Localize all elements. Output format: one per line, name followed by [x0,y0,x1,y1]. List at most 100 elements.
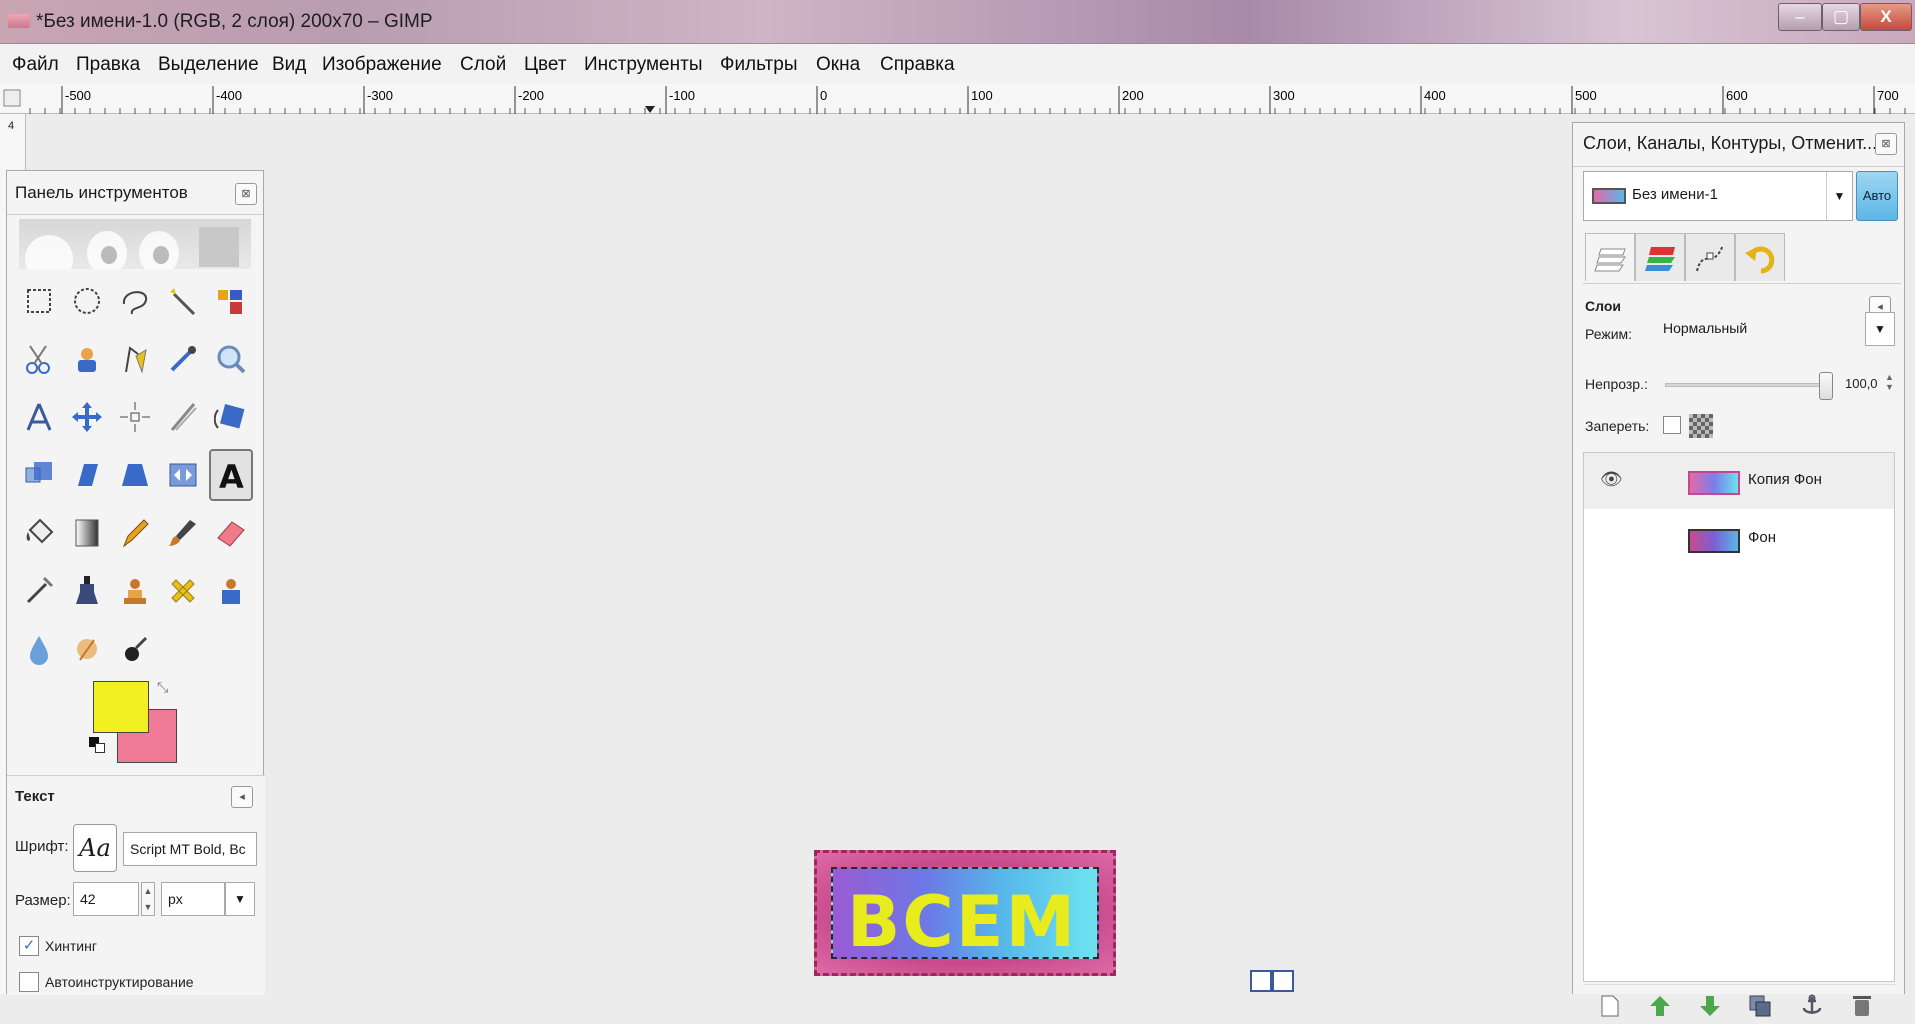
fuzzy-select-tool[interactable] [161,275,205,327]
layer-thumbnail [1688,529,1740,553]
autohint-checkbox[interactable] [19,972,39,992]
menu-filters[interactable]: Фильтры [720,54,797,76]
menu-edit[interactable]: Правка [76,54,140,76]
paths-tool[interactable] [113,333,157,385]
rotate-tool[interactable] [209,391,253,443]
raise-layer-button[interactable] [1643,991,1677,1021]
crop-tool[interactable] [161,391,205,443]
perspective-clone-tool[interactable] [209,565,253,617]
eraser-tool[interactable] [209,507,253,559]
blend-icon [75,519,99,547]
foreground-color-swatch[interactable] [93,681,149,733]
menu-image[interactable]: Изображение [322,54,442,76]
rect-select-tool[interactable] [17,275,61,327]
image-selector[interactable]: Без имени-1 ▼ [1583,171,1853,221]
ellipse-select-tool[interactable] [65,275,109,327]
opacity-slider-track[interactable] [1665,383,1825,387]
text-layer-boundary[interactable]: ВСЕМ [831,867,1099,959]
navigate-icon[interactable] [1250,970,1294,992]
ruler-label: 400 [1424,88,1446,103]
scale-tool[interactable] [17,449,61,501]
blend-tool[interactable] [65,507,109,559]
unit-select[interactable]: px [161,882,225,916]
tool-options-menu-icon[interactable]: ◂ [231,786,253,808]
smudge-tool[interactable] [65,623,109,675]
tab-undo-history[interactable] [1735,233,1785,281]
font-preview-button[interactable]: Aa [73,824,117,872]
blur-tool[interactable] [17,623,61,675]
mode-dropdown-arrow[interactable]: ▼ [1865,312,1895,346]
layer-list[interactable]: 👁 Копия Фон Фон [1583,452,1895,982]
size-input[interactable]: 42 [73,882,139,916]
swap-colors-icon[interactable]: ⤡ [157,679,168,696]
hinting-checkbox[interactable]: ✓ [19,936,39,956]
menu-file[interactable]: Файл [12,54,59,76]
menu-select[interactable]: Выделение [158,54,259,76]
image-selector-arrow[interactable]: ▼ [1826,172,1852,220]
size-spinner[interactable]: ▲ ▼ [141,882,155,916]
layer-row[interactable]: Фон [1584,511,1894,567]
rotate-icon [214,404,245,429]
lock-alpha-icon[interactable] [1689,414,1713,438]
anchor-layer-button[interactable] [1795,991,1829,1021]
blur-icon [30,636,48,665]
dodge-burn-tool[interactable] [113,623,157,675]
layers-dock-close-icon[interactable]: ⊠ [1875,133,1897,155]
horizontal-ruler[interactable]: -500 -400 -300 -200 -100 0 100 200 300 400 500 600 7… [0,84,1915,114]
color-picker-tool[interactable] [161,333,205,385]
maximize-button[interactable]: ▢ [1822,3,1860,31]
wilber-logo [19,219,251,269]
zoom-tool[interactable] [209,333,253,385]
unit-dropdown-arrow[interactable]: ▼ [225,882,255,916]
tab-channels[interactable] [1635,233,1685,281]
menu-windows[interactable]: Окна [816,54,860,76]
airbrush-tool[interactable] [17,565,61,617]
perspective-tool[interactable] [113,449,157,501]
measure-tool[interactable] [17,391,61,443]
lock-label: Запереть: [1585,418,1650,434]
scissors-select-tool[interactable] [17,333,61,385]
layer-row[interactable]: 👁 Копия Фон [1584,453,1894,509]
layers-heading: Слои [1585,298,1621,314]
menu-help[interactable]: Справка [880,54,955,76]
paintbrush-tool[interactable] [161,507,205,559]
auto-button[interactable]: Авто [1856,171,1898,221]
flip-tool[interactable] [161,449,205,501]
eye-icon[interactable]: 👁 [1600,469,1623,490]
minimize-button[interactable]: – [1778,3,1822,31]
mode-select[interactable]: Нормальный [1655,312,1865,346]
menu-view[interactable]: Вид [272,54,306,76]
color-select-tool[interactable] [209,275,253,327]
lock-pixels-checkbox[interactable] [1663,416,1681,434]
image-canvas[interactable]: ВСЕМ [814,850,1116,976]
ink-tool[interactable] [65,565,109,617]
pencil-tool[interactable] [113,507,157,559]
tool-options-heading: Текст [15,788,55,805]
move-tool[interactable] [65,391,109,443]
default-colors-icon[interactable] [89,737,109,757]
close-button[interactable]: X [1860,3,1912,31]
tab-paths[interactable] [1685,233,1735,281]
align-tool[interactable] [113,391,157,443]
tab-layers[interactable] [1585,233,1635,281]
shear-tool[interactable] [65,449,109,501]
free-select-tool[interactable] [113,275,157,327]
toolbox-close-icon[interactable]: ⊠ [235,183,257,205]
delete-layer-button[interactable] [1845,991,1879,1021]
heal-tool[interactable] [161,565,205,617]
new-layer-button[interactable] [1593,991,1627,1021]
menu-colors[interactable]: Цвет [524,54,567,76]
opacity-slider-handle[interactable] [1819,372,1833,400]
text-tool[interactable]: A [209,449,253,501]
lower-layer-button[interactable] [1693,991,1727,1021]
toolbox-title: Панель инструментов [15,183,188,202]
menu-tools[interactable]: Инструменты [584,54,702,76]
opacity-spinner[interactable]: ▲ ▼ [1885,372,1894,392]
opacity-value[interactable]: 100,0 [1845,376,1878,391]
menu-layer[interactable]: Слой [460,54,506,76]
clone-tool[interactable] [113,565,157,617]
foreground-select-tool[interactable] [65,333,109,385]
bucket-fill-tool[interactable] [17,507,61,559]
duplicate-layer-button[interactable] [1743,991,1777,1021]
font-input[interactable]: Script MT Bold, Bc [123,832,257,866]
